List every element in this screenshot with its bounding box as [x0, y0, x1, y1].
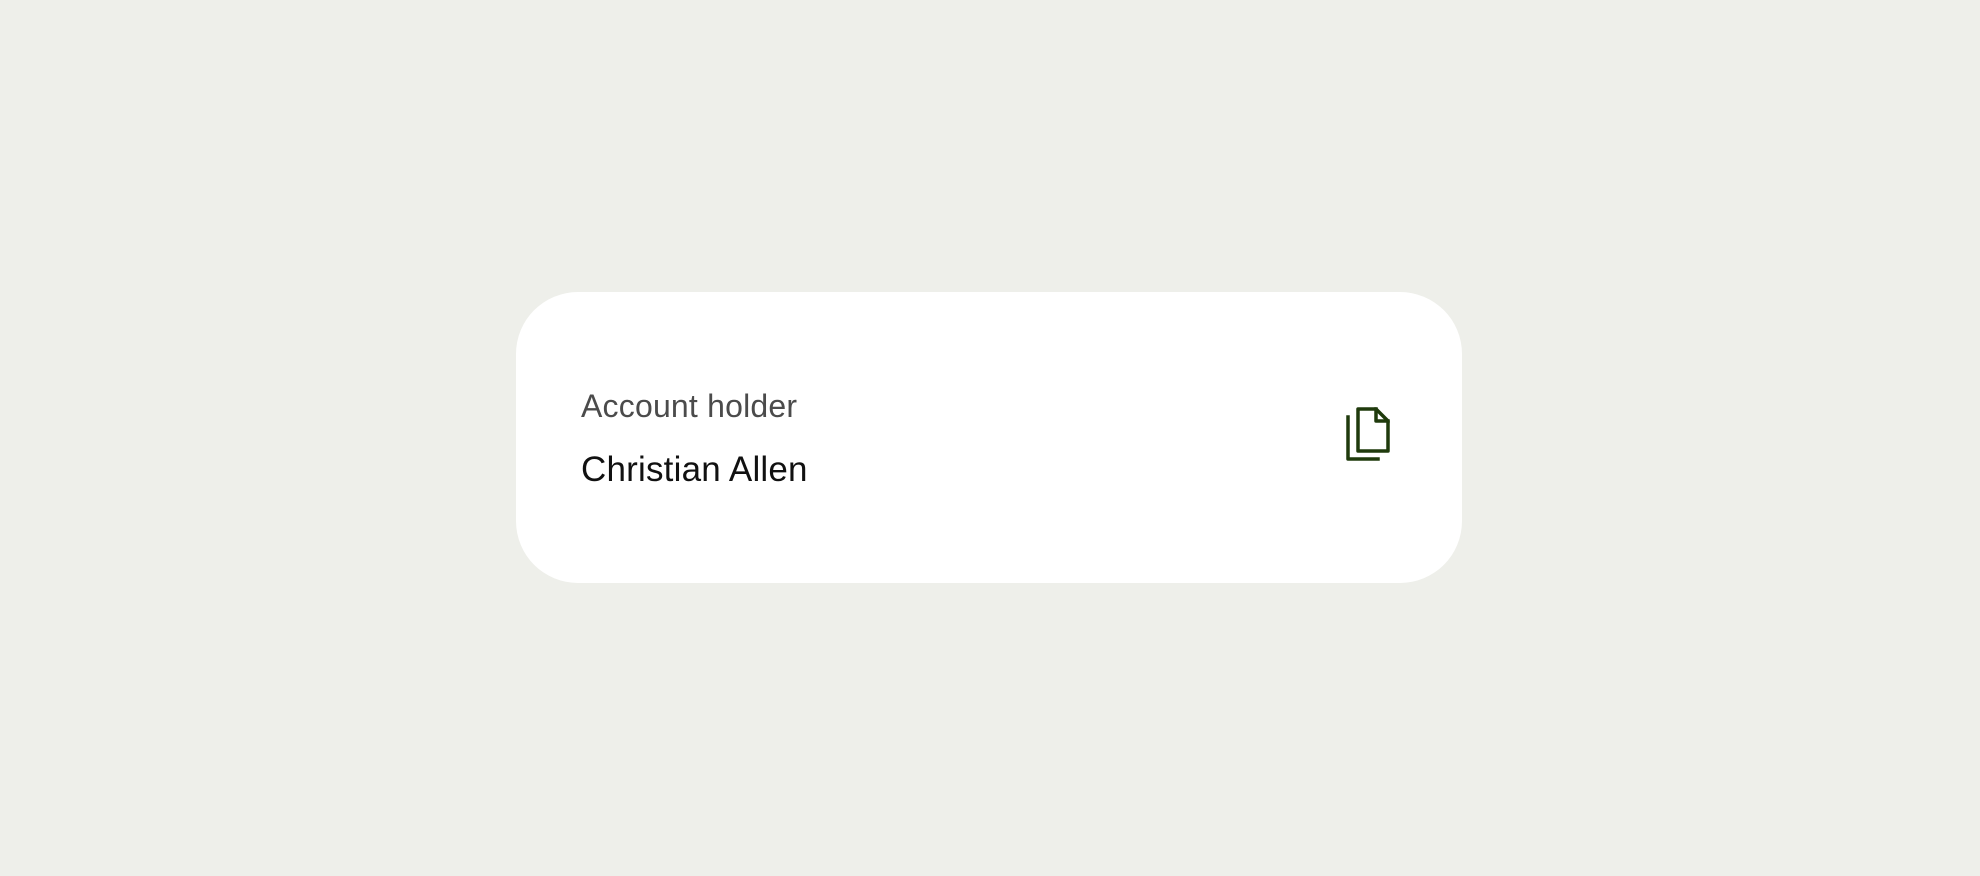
- copy-button[interactable]: [1336, 402, 1406, 472]
- copy-icon: [1344, 407, 1398, 467]
- account-holder-info: Account holder Christian Allen: [581, 388, 808, 490]
- account-holder-label: Account holder: [581, 388, 798, 424]
- account-holder-value: Christian Allen: [581, 450, 808, 489]
- account-holder-card: Account holder Christian Allen: [516, 292, 1462, 583]
